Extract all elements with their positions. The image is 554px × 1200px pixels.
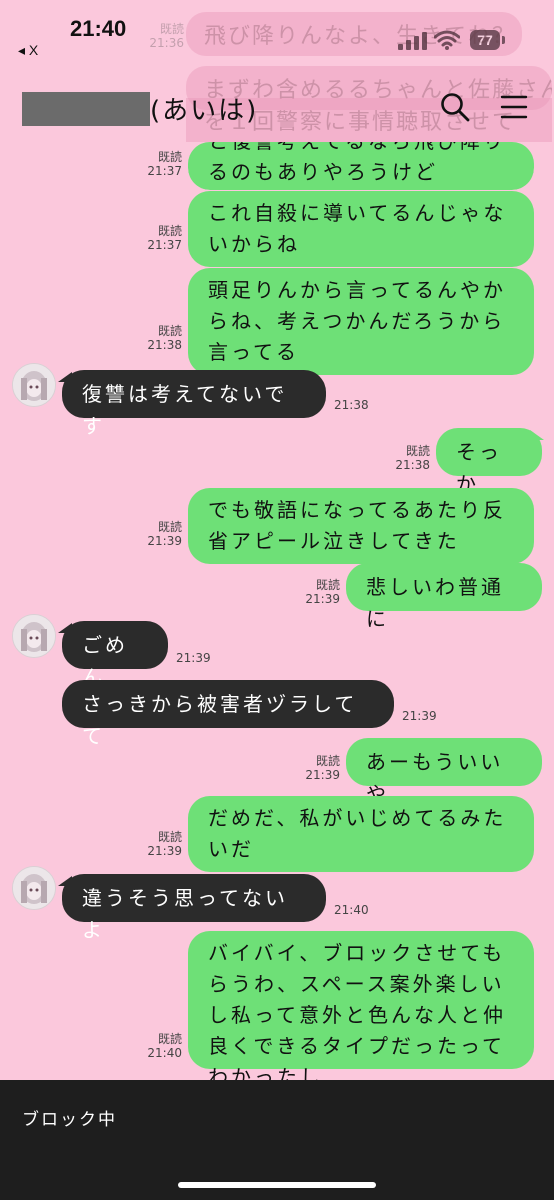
read-receipt: 既読: [157, 520, 182, 534]
blocked-status-label: ブロック中: [22, 1110, 117, 1130]
sent-message-bubble[interactable]: だめだ、私がいじめてるみたいだ: [188, 796, 534, 872]
read-receipt: 既読: [405, 444, 430, 458]
bubble-tail: [530, 430, 544, 440]
contact-name: (あいは): [150, 96, 259, 126]
message-time: 21:39: [305, 592, 340, 606]
read-receipt: 既読: [157, 830, 182, 844]
sent-message-bubble[interactable]: 頭足りんから言ってるんやからね、考えつかんだろうから言ってる: [188, 268, 534, 375]
faded-message-meta: 既読 21:36: [149, 22, 184, 50]
read-receipt: 既読: [157, 150, 182, 164]
message-meta: 既読 21:39: [298, 754, 340, 782]
sent-message-bubble[interactable]: 悲しいわ普通に: [346, 563, 542, 631]
message-time: 21:40: [334, 903, 369, 917]
sent-message-bubble[interactable]: バイバイ、ブロックさせてもらうわ、スペース案外楽しいし私って意外と色んな人と仲良…: [188, 931, 534, 1089]
message-meta: 既読 21:38: [388, 444, 430, 472]
faded-message: 飛び降りんなよ、生きてね？: [186, 12, 522, 56]
read-receipt: 既読: [157, 1032, 182, 1046]
message-meta: 既読 21:37: [140, 224, 182, 252]
message-time: 21:37: [147, 238, 182, 252]
home-indicator[interactable]: [178, 1182, 376, 1188]
avatar-image-icon: [13, 615, 55, 657]
sent-message-bubble[interactable]: そっか: [436, 428, 542, 496]
search-icon[interactable]: [440, 92, 470, 122]
message-time: 21:39: [147, 534, 182, 548]
sent-message-bubble[interactable]: あーもういいや: [346, 738, 542, 806]
menu-icon[interactable]: [500, 94, 528, 120]
read-receipt: 既読: [315, 578, 340, 592]
received-message-bubble[interactable]: さっきから被害者ヅラしてて: [62, 680, 394, 748]
received-message-bubble[interactable]: ごめん: [62, 621, 168, 689]
redacted-name-block: [22, 92, 150, 126]
message-meta: 既読 21:39: [298, 578, 340, 606]
sent-message-bubble[interactable]: これ自殺に導いてるんじゃないからね: [188, 191, 534, 267]
message-time: 21:39: [402, 709, 437, 723]
message-time: 21:39: [176, 651, 211, 665]
contact-avatar[interactable]: [12, 866, 56, 910]
message-meta: 既読 21:39: [140, 830, 182, 858]
contact-avatar[interactable]: [12, 614, 56, 658]
read-receipt: 既読: [315, 754, 340, 768]
message-meta: 既読 21:39: [140, 520, 182, 548]
message-time: 21:40: [147, 1046, 182, 1060]
message-time: 21:39: [305, 768, 340, 782]
avatar-image-icon: [13, 364, 55, 406]
sent-message-bubble[interactable]: でも敬語になってるあたり反省アピール泣きしてきた: [188, 488, 534, 564]
message-time: 21:37: [147, 164, 182, 178]
read-receipt: 既読: [157, 324, 182, 338]
contact-avatar[interactable]: [12, 363, 56, 407]
message-time: 21:39: [147, 844, 182, 858]
avatar-image-icon: [13, 867, 55, 909]
message-meta: 既読 21:37: [140, 150, 182, 178]
read-receipt: 既読: [157, 224, 182, 238]
message-time: 21:38: [334, 398, 369, 412]
message-time: 21:38: [395, 458, 430, 472]
message-meta: 既読 21:38: [140, 324, 182, 352]
received-message-bubble[interactable]: 違うそう思ってないよ: [62, 874, 326, 942]
message-meta: 既読 21:40: [140, 1032, 182, 1060]
back-to-app-link[interactable]: ◂ X: [18, 42, 38, 59]
message-time: 21:38: [147, 338, 182, 352]
status-time: 21:40: [70, 16, 127, 41]
received-message-bubble[interactable]: 復讐は考えてないです: [62, 370, 326, 438]
